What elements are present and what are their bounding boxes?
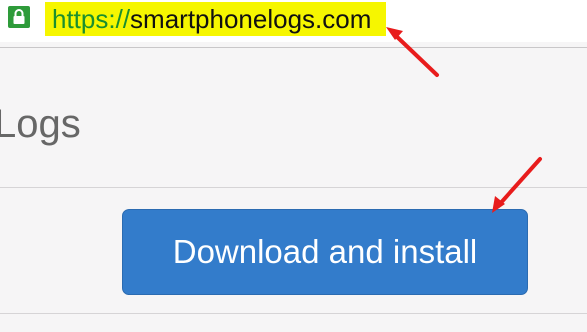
divider: [0, 313, 587, 314]
address-bar[interactable]: https://smartphonelogs.com: [0, 0, 587, 42]
url-text[interactable]: https://smartphonelogs.com: [52, 3, 371, 35]
url-host: smartphonelogs.com: [130, 4, 372, 34]
screenshot: https://smartphonelogs.com Logs Download…: [0, 0, 587, 332]
divider: [0, 47, 587, 48]
download-and-install-button[interactable]: Download and install: [122, 209, 528, 295]
lock-icon: [8, 6, 30, 28]
url-scheme: https://: [52, 4, 131, 34]
divider: [0, 187, 587, 188]
page-title: Logs: [0, 102, 81, 146]
red-arrow-icon: [492, 157, 542, 213]
